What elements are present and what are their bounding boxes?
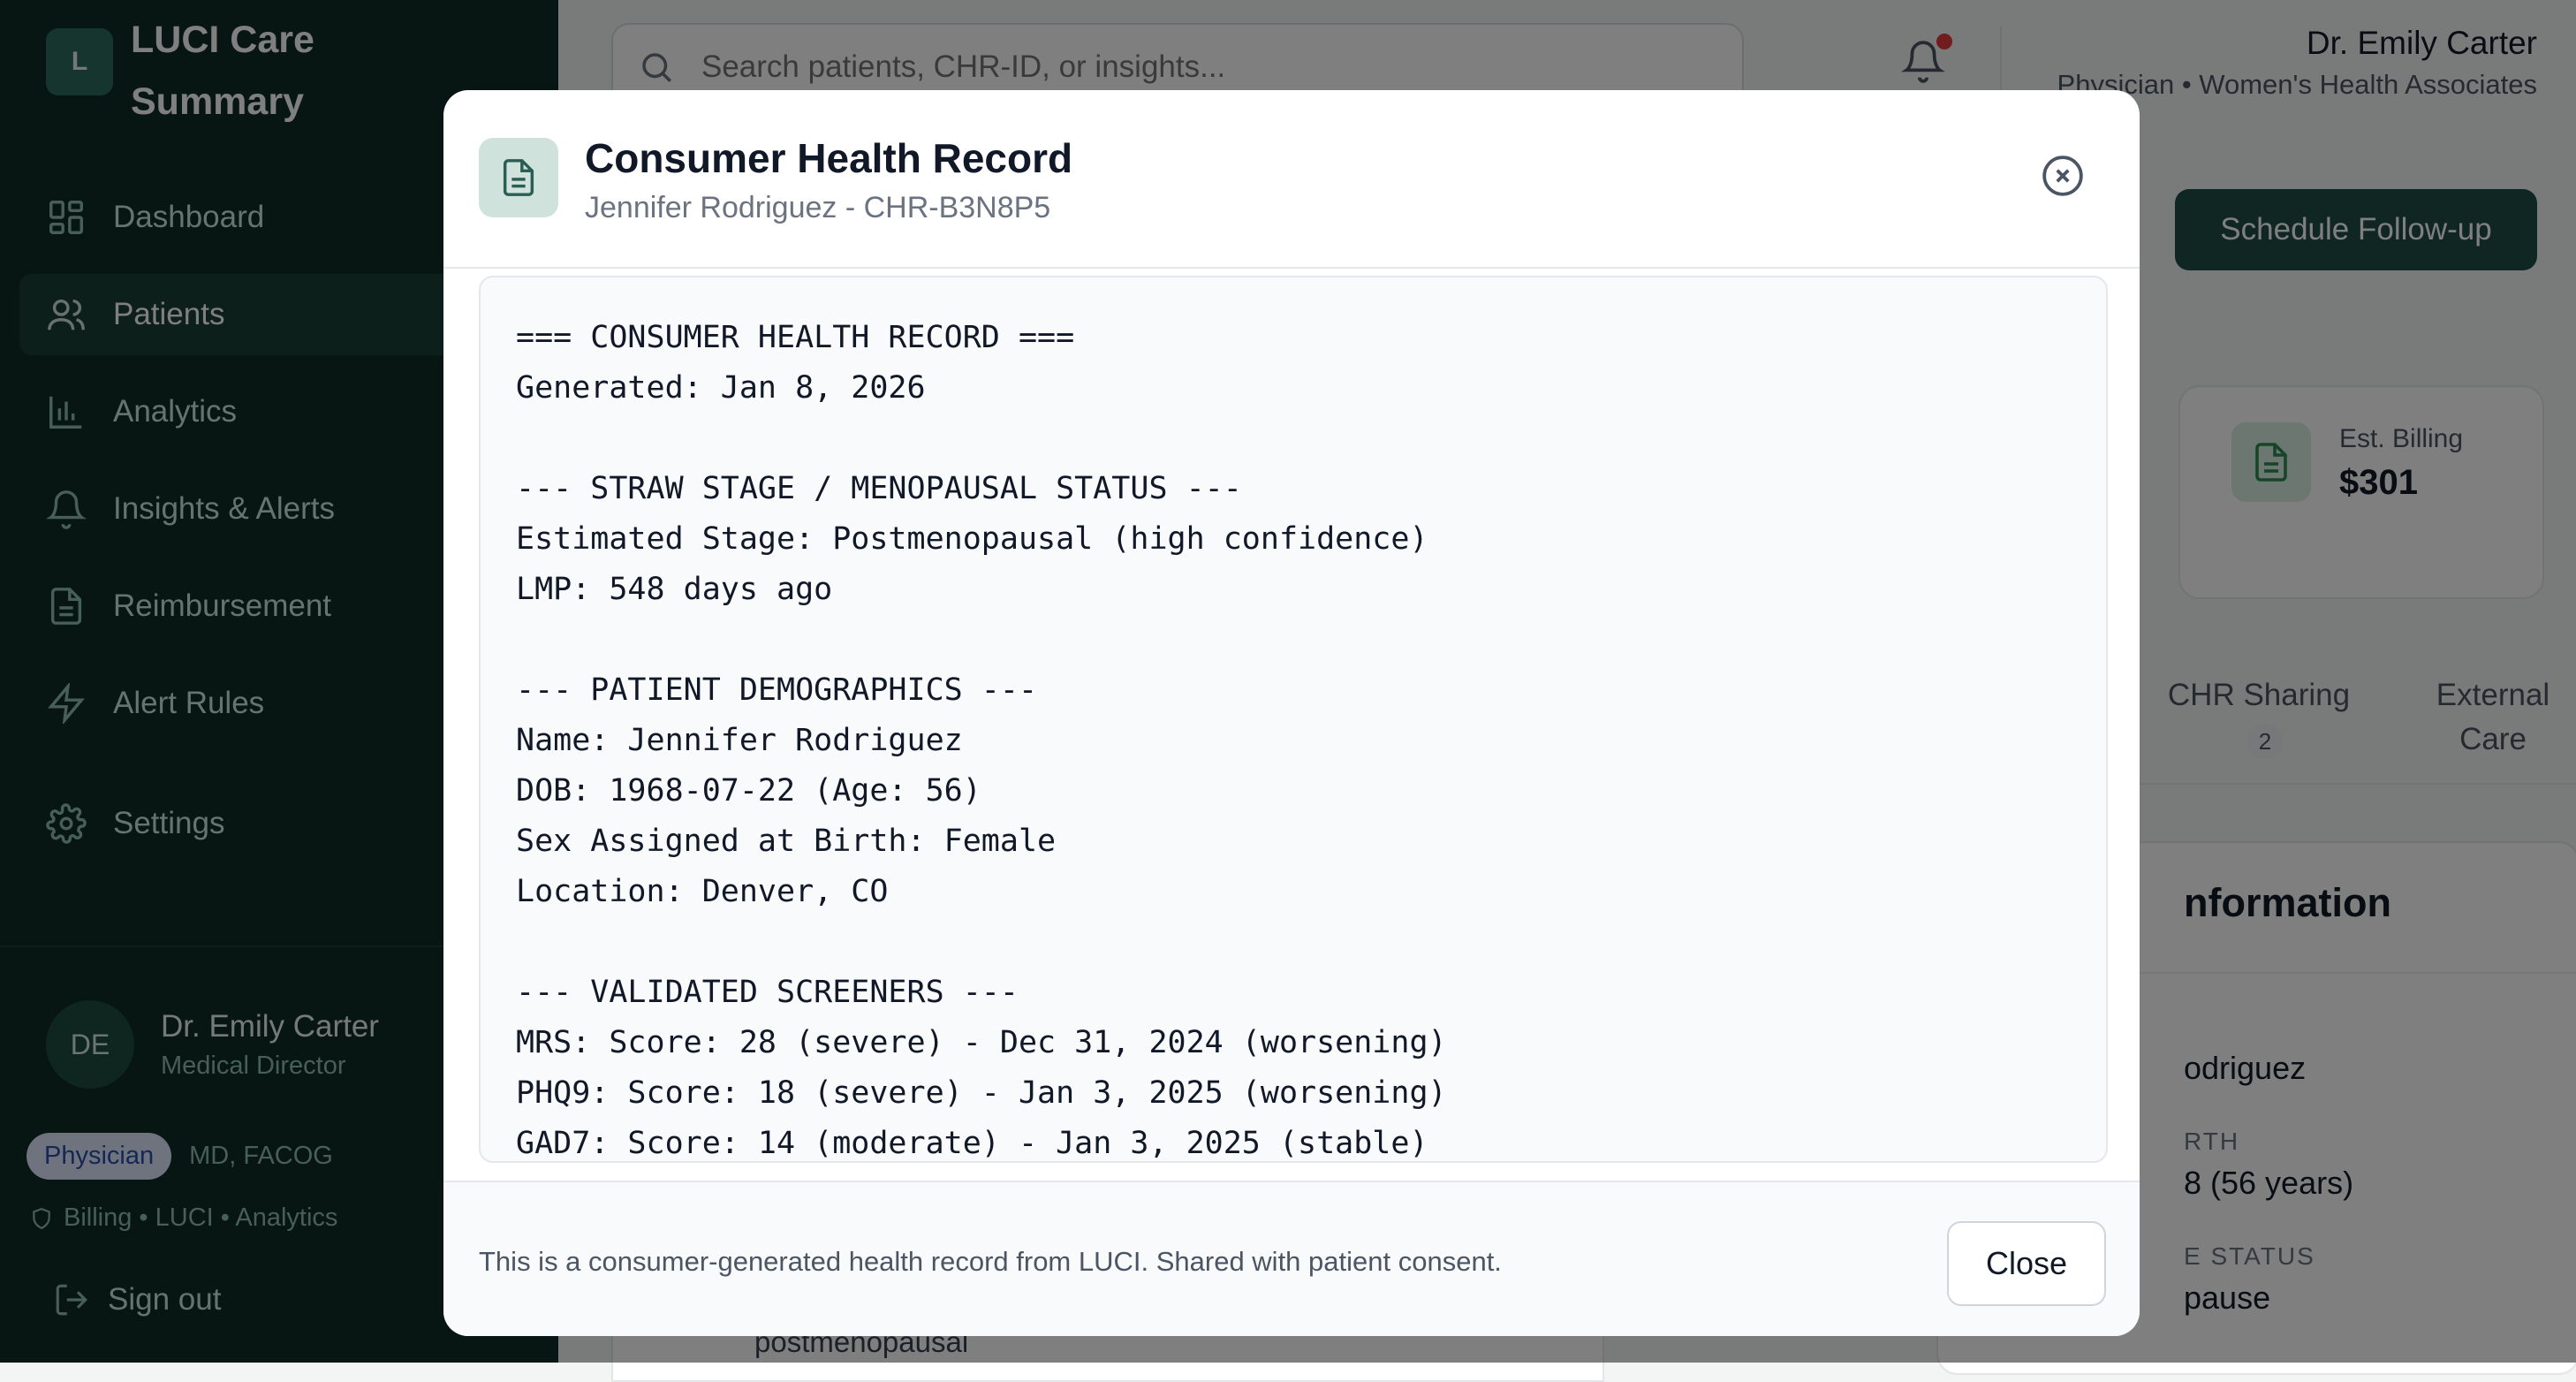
modal-header: Consumer Health Record Jennifer Rodrigue… — [443, 90, 2140, 269]
record-line: DOB: 1968-07-22 (Age: 56) — [516, 773, 981, 809]
record-line: Sex Assigned at Birth: Female — [516, 824, 1057, 859]
modal-subtitle: Jennifer Rodriguez - CHR-B3N8P5 — [585, 191, 1051, 224]
close-button[interactable]: Close — [1947, 1221, 2106, 1306]
record-line: Name: Jennifer Rodriguez — [516, 723, 963, 758]
record-line: --- VALIDATED SCREENERS --- — [516, 975, 1019, 1010]
record-text-area[interactable]: === CONSUMER HEALTH RECORD === Generated:… — [479, 276, 2108, 1163]
record-line: LMP: 548 days ago — [516, 572, 833, 607]
record-line: --- STRAW STAGE / MENOPAUSAL STATUS --- — [516, 471, 1242, 506]
record-line: GAD7: Score: 14 (moderate) - Jan 3, 2025… — [516, 1126, 1428, 1161]
modal-footer: This is a consumer-generated health reco… — [443, 1181, 2140, 1336]
footer-note: This is a consumer-generated health reco… — [479, 1246, 1502, 1277]
record-line: Location: Denver, CO — [516, 874, 889, 909]
modal-title: Consumer Health Record — [585, 135, 1073, 181]
consumer-health-record-modal: Consumer Health Record Jennifer Rodrigue… — [443, 90, 2140, 1336]
record-line: === CONSUMER HEALTH RECORD === — [516, 320, 1075, 355]
record-line: --- PATIENT DEMOGRAPHICS --- — [516, 672, 1038, 708]
close-circle-icon — [2042, 156, 2083, 196]
record-line: PHQ9: Score: 18 (severe) - Jan 3, 2025 (… — [516, 1075, 1447, 1111]
record-line — [516, 414, 1521, 464]
record-line: MRS: Score: 28 (severe) - Dec 31, 2024 (… — [516, 1025, 1447, 1060]
record-line — [516, 615, 1521, 665]
modal-close-icon-button[interactable] — [2041, 154, 2085, 198]
document-icon — [479, 138, 558, 217]
record-line: Generated: Jan 8, 2026 — [516, 370, 926, 406]
record-line — [516, 917, 1521, 968]
record-line: Estimated Stage: Postmenopausal (high co… — [516, 521, 1428, 557]
record-lines: === CONSUMER HEALTH RECORD === Generated:… — [516, 313, 1521, 1161]
